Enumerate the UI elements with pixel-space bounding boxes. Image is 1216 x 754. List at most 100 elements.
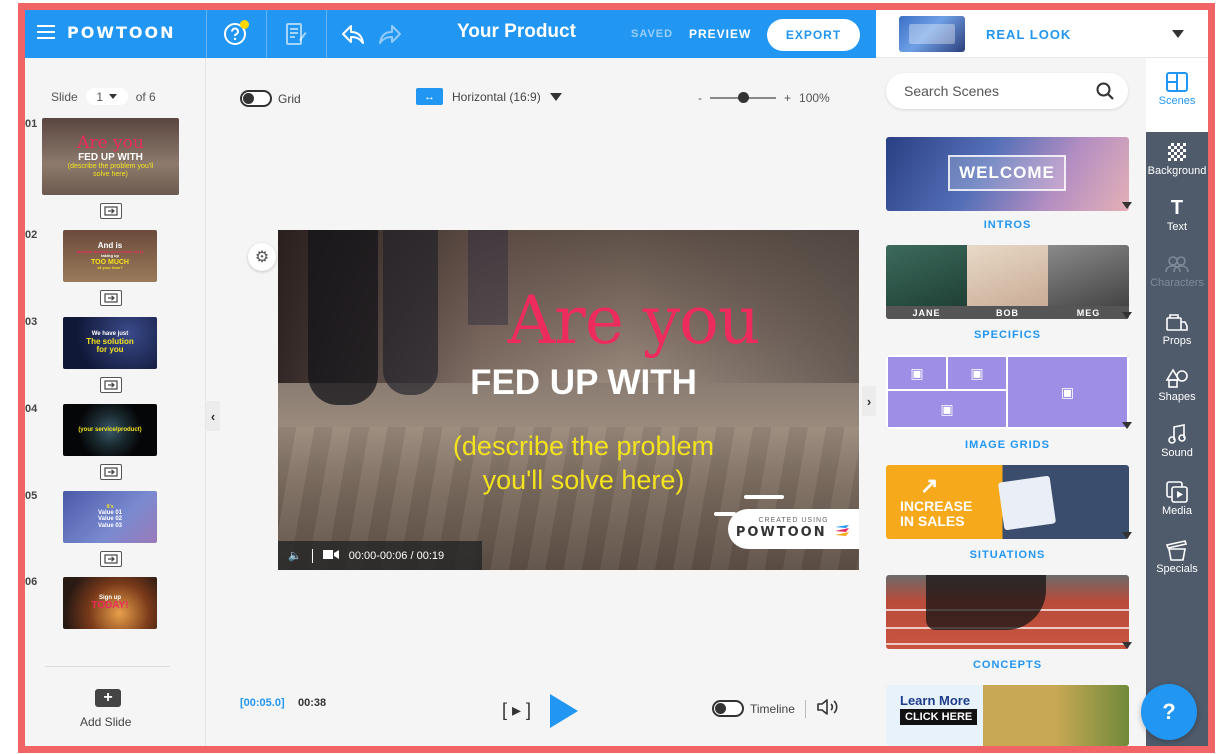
undo-icon[interactable] (337, 18, 369, 50)
redo-icon[interactable] (374, 18, 406, 50)
slide-thumbnail: (your service/product) (63, 404, 157, 456)
insert-slide-icon[interactable] (100, 464, 122, 480)
chevron-down-icon[interactable] (1122, 532, 1132, 539)
grid-toggle[interactable]: Grid (240, 90, 301, 107)
scene-card-concepts[interactable] (886, 575, 1129, 649)
text-icon: T (1170, 196, 1184, 219)
tablet-image (997, 475, 1057, 531)
tab-background[interactable]: Background (1146, 142, 1208, 177)
export-button[interactable]: EXPORT (767, 19, 860, 51)
scene-category-label[interactable]: CONCEPTS (886, 659, 1129, 671)
slide-stage[interactable]: Are you FED UP WITH (describe the proble… (278, 230, 859, 570)
add-slide-label[interactable]: Add Slide (80, 715, 131, 729)
zoom-slider[interactable] (710, 92, 776, 103)
expand-right-icon[interactable]: › (862, 386, 876, 416)
scene-category-label[interactable]: SPECIFICS (886, 329, 1129, 341)
character-name: BOB (967, 306, 1048, 319)
add-slide-button[interactable]: + (95, 689, 121, 707)
tab-media[interactable]: Media (1146, 481, 1208, 517)
help-button[interactable]: ? (1141, 684, 1197, 740)
chevron-down-icon[interactable] (1122, 202, 1132, 209)
tab-label: Scenes (1158, 95, 1196, 107)
props-icon (1146, 312, 1208, 332)
grid-label: Grid (278, 91, 301, 106)
app-logo[interactable]: POWTOON (67, 23, 175, 42)
divider (311, 548, 313, 563)
scene-card-image-grids[interactable]: ▣ ▣ ▣ ▣ (886, 355, 1129, 429)
tab-label: Media (1162, 505, 1192, 517)
volume-icon[interactable]: 🔈 (288, 549, 302, 562)
tab-label: Sound (1161, 447, 1193, 459)
toggle-switch[interactable] (712, 700, 744, 717)
specials-icon (1146, 540, 1208, 561)
tab-props[interactable]: Props (1146, 312, 1208, 347)
powtoon-editor: POWTOON Your Product SAVED PREVIEW EXPOR… (25, 10, 1208, 746)
tab-shapes[interactable]: Shapes (1146, 368, 1208, 403)
slide-thumbnail: And is (another problem you'll solve her… (63, 230, 157, 282)
speaker-icon[interactable] (816, 698, 840, 719)
tab-sound[interactable]: Sound (1146, 424, 1208, 459)
notification-dot (240, 20, 249, 29)
insert-slide-icon[interactable] (100, 203, 122, 219)
project-title[interactable]: Your Product (457, 21, 576, 43)
chevron-down-icon[interactable] (1122, 642, 1132, 649)
scene-card-situations[interactable]: ↗ INCREASE IN SALES (886, 465, 1129, 539)
chevron-down-icon[interactable] (1172, 30, 1184, 38)
scene-card-specifics[interactable]: JANE BOB MEG (886, 245, 1129, 319)
help-icon[interactable] (219, 18, 251, 50)
search-box[interactable]: Search Scenes (886, 73, 1128, 109)
character-face: BOB (967, 245, 1048, 319)
slide-thumb-text: FED UP WITH (78, 151, 143, 163)
description-text[interactable]: (describe the problem you'll solve here) (278, 430, 859, 498)
video-camera-icon[interactable] (322, 549, 339, 563)
time-range: 00:00-00:06 / 00:19 (348, 549, 445, 562)
play-icon[interactable] (550, 694, 578, 728)
search-input[interactable]: Search Scenes (904, 83, 999, 99)
chevron-down-icon[interactable] (1122, 422, 1132, 429)
zoom-slider-handle[interactable] (737, 92, 749, 103)
collapse-left-icon[interactable]: ‹ (206, 401, 220, 431)
icon-sidebar: Scenes Background T Text Characters Prop… (1146, 58, 1208, 746)
gear-icon[interactable]: ⚙ (248, 243, 276, 271)
insert-slide-icon[interactable] (100, 290, 122, 306)
headline-text[interactable]: Are you (278, 282, 859, 359)
slide-number-dropdown[interactable]: 1 (85, 88, 128, 105)
shapes-icon (1146, 368, 1208, 388)
scene-card-intros[interactable]: WELCOME (886, 137, 1129, 211)
zoom-in-button[interactable]: + (784, 91, 791, 105)
insert-slide-icon[interactable] (100, 551, 122, 567)
tab-characters[interactable]: Characters (1146, 254, 1208, 289)
toggle-switch[interactable] (240, 90, 272, 107)
play-frame-button[interactable]: [ ▸ ] (502, 700, 531, 721)
badge-logo: POWTOON (728, 524, 859, 540)
scene-card-learn-more[interactable]: Learn More CLICK HERE (886, 685, 1129, 746)
orientation-dropdown[interactable]: ↔ Horizontal (16:9) (416, 88, 562, 105)
tab-scenes[interactable]: Scenes (1146, 72, 1208, 107)
divider (804, 699, 806, 718)
preview-button[interactable]: PREVIEW (689, 27, 751, 41)
tab-label: Props (1162, 335, 1192, 347)
timeline-toggle[interactable]: Timeline (712, 698, 840, 719)
notes-icon[interactable] (280, 18, 312, 50)
theme-selector[interactable]: REAL LOOK (876, 10, 1208, 58)
menu-icon[interactable] (37, 25, 55, 39)
scene-category-label[interactable]: INTROS (886, 219, 1129, 231)
scene-card-text: CLICK HERE (900, 709, 978, 725)
scenes-panel: Search Scenes WELCOME INTROS JANE BOB ME… (876, 58, 1146, 746)
canvas-area: Grid ↔ Horizontal (16:9) - + 100% ⚙ ‹ › … (206, 58, 876, 746)
scene-category-label[interactable]: IMAGE GRIDS (886, 439, 1129, 451)
zoom-out-button[interactable]: - (698, 91, 702, 105)
tab-specials[interactable]: Specials (1146, 540, 1208, 575)
subheadline-text[interactable]: FED UP WITH (278, 363, 859, 403)
zoom-level: 100% (799, 91, 830, 105)
top-bar: POWTOON Your Product SAVED PREVIEW EXPOR… (25, 10, 876, 58)
slide-index: 05 (25, 490, 38, 502)
search-icon[interactable] (1096, 82, 1114, 100)
insert-slide-icon[interactable] (100, 377, 122, 393)
description-line: (describe the problem (452, 431, 715, 461)
chevron-down-icon[interactable] (1122, 312, 1132, 319)
tab-text[interactable]: T Text (1146, 196, 1208, 234)
slide-index: 06 (25, 576, 38, 588)
slide-count: of 6 (135, 89, 156, 104)
scene-category-label[interactable]: SITUATIONS (886, 549, 1129, 561)
